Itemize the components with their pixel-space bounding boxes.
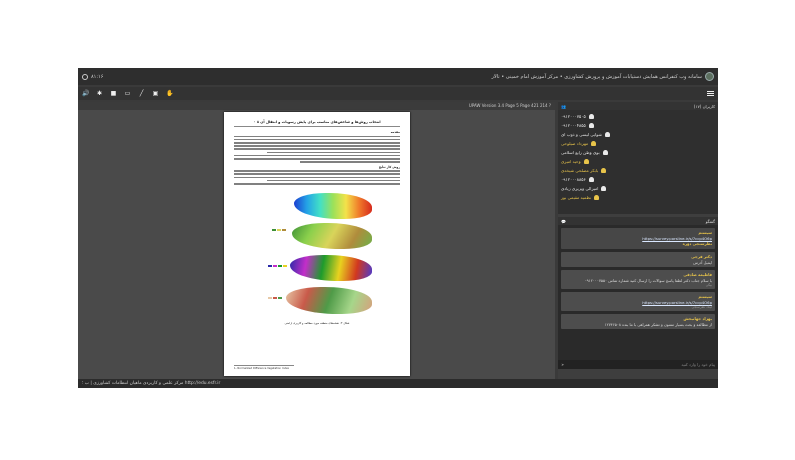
- document-pane: UPAW Version 3.4 Page 5 Page 421 214 ? ا…: [78, 102, 555, 380]
- chat-panel-header: 💬 گفتگو: [558, 217, 718, 225]
- users-panel-header: 👥 کاربران (۱۷): [558, 102, 718, 110]
- chat-messages: سیستم https://survey.porsline.ir/s/7ccp4…: [558, 225, 718, 369]
- user-icon: [601, 186, 607, 191]
- document-page: انتخاب روش‌ها و شاخص‌های مناسب برای پایش…: [224, 112, 410, 376]
- chat-message: فاطیمه صادقی با سلام جناب دکتر لطفا پاسخ…: [561, 270, 715, 289]
- user-item[interactable]: نظمیه مقیمی بور: [561, 193, 715, 202]
- user-icon: [604, 132, 610, 137]
- users-header-label: کاربران (۱۷): [693, 103, 715, 109]
- menu-icon[interactable]: [707, 91, 714, 96]
- document-page-info: UPAW Version 3.4 Page 5 Page 421 214 ?: [468, 103, 551, 108]
- session-time: ۸۱:۱۶: [91, 73, 104, 80]
- user-icon: [583, 159, 589, 164]
- video-icon[interactable]: ■: [110, 90, 117, 97]
- chat-message: سیستم https://survey.porsline.ir/s/7ccp4…: [561, 292, 715, 311]
- user-item[interactable]: بابکر مصلحی شیخه‌ی: [561, 166, 715, 175]
- user-item[interactable]: ۰۹۱۲۰۰۰۷۵۰۵: [561, 112, 715, 121]
- user-icon: [602, 150, 608, 155]
- section-heading: مقدمه: [390, 130, 400, 134]
- title-bar: ۸۱:۱۶ سامانه وب کنفرانس همایش دستیابات آ…: [78, 68, 718, 85]
- speaker-icon[interactable]: 🔊: [82, 90, 89, 97]
- map-legend: [268, 264, 287, 267]
- section-heading: روش کار نتایج: [378, 164, 400, 169]
- right-panel: 👥 کاربران (۱۷) ۰۹۱۲۰۰۰۷۵۰۵ ۰۹۱۲۰۰۰۴۸۵۵ ش…: [558, 102, 718, 379]
- user-icon: [588, 123, 594, 128]
- users-icon: 👥: [561, 103, 566, 109]
- user-item[interactable]: ۰۹۱۲۰۰۰۴۸۵۵: [561, 121, 715, 130]
- window-title: سامانه وب کنفرانس همایش دستیابات آموزش و…: [491, 73, 702, 80]
- hand-icon[interactable]: ✋: [166, 90, 173, 97]
- page-header: انتخاب روش‌ها و شاخص‌های مناسب برای پایش…: [234, 120, 400, 127]
- user-item[interactable]: ۰۹۱۲۰۰۰۸۸۵۶: [561, 175, 715, 184]
- user-icon: [591, 141, 597, 146]
- toolbar: 🔊 ✱ ■ ▭ ╱ ▣ ✋: [78, 87, 718, 100]
- monitor-icon[interactable]: ▭: [124, 90, 131, 97]
- pinned-message: سیستم https://survey.porsline.ir/s/7ccp4…: [561, 228, 715, 249]
- clock-icon: [82, 73, 88, 80]
- document-bar: UPAW Version 3.4 Page 5 Page 421 214 ?: [78, 102, 555, 110]
- status-bar: مرکز علمی و کاربردی ماهیان انتظامات کشاو…: [78, 379, 718, 388]
- user-item[interactable]: وحید امیری: [561, 157, 715, 166]
- map-legend: [272, 228, 286, 231]
- map-legend: [268, 296, 282, 299]
- user-icon: [594, 195, 600, 200]
- dem-map: [294, 192, 372, 219]
- chat-message: بهزاد جهانبخش از مطالعه و بحث بسیار ممنو…: [561, 314, 715, 329]
- user-item[interactable]: شوایی لیسی و ذوب ای: [561, 130, 715, 139]
- message-sender: سیستم: [698, 230, 712, 235]
- user-item[interactable]: امیرالی ویزیری زیادی: [561, 184, 715, 193]
- chat-input[interactable]: ➤ پیام خود را وارد کنید: [558, 360, 718, 369]
- slope-map: [292, 222, 372, 249]
- whiteboard-icon[interactable]: ▣: [152, 90, 159, 97]
- app-window: ۸۱:۱۶ سامانه وب کنفرانس همایش دستیابات آ…: [78, 68, 718, 388]
- chat-header-label: گفتگو: [705, 218, 715, 224]
- landuse-map: [286, 286, 372, 314]
- user-icon: [588, 177, 594, 182]
- chat-message: دکتر فرجی ایمیل آدرس: [561, 252, 715, 267]
- pointer-icon[interactable]: ✱: [96, 90, 103, 97]
- chat-input-placeholder: پیام خود را وارد کنید: [681, 362, 715, 367]
- users-list: ۰۹۱۲۰۰۰۷۵۰۵ ۰۹۱۲۰۰۰۴۸۵۵ شوایی لیسی و ذوب…: [558, 110, 718, 214]
- user-icon: [601, 168, 607, 173]
- map-figure: [234, 189, 400, 319]
- soil-map: [290, 254, 372, 281]
- user-item[interactable]: مهرداد صیلوحی: [561, 139, 715, 148]
- pen-icon[interactable]: ╱: [138, 90, 145, 97]
- user-icon: [588, 114, 594, 119]
- send-icon[interactable]: ➤: [561, 362, 564, 367]
- figure-caption: شکل ۴: نقشه‌های منطقه مورد مطالعه و کارب…: [284, 320, 350, 325]
- page-footnote: 1- Normalized Difference Vegetation Inde…: [234, 365, 294, 370]
- message-label: نظرسنجی دوره: [682, 241, 712, 246]
- user-item[interactable]: بوی وطن رابع اسلامی: [561, 148, 715, 157]
- logo-icon: [705, 72, 714, 81]
- chat-icon: 💬: [561, 218, 566, 224]
